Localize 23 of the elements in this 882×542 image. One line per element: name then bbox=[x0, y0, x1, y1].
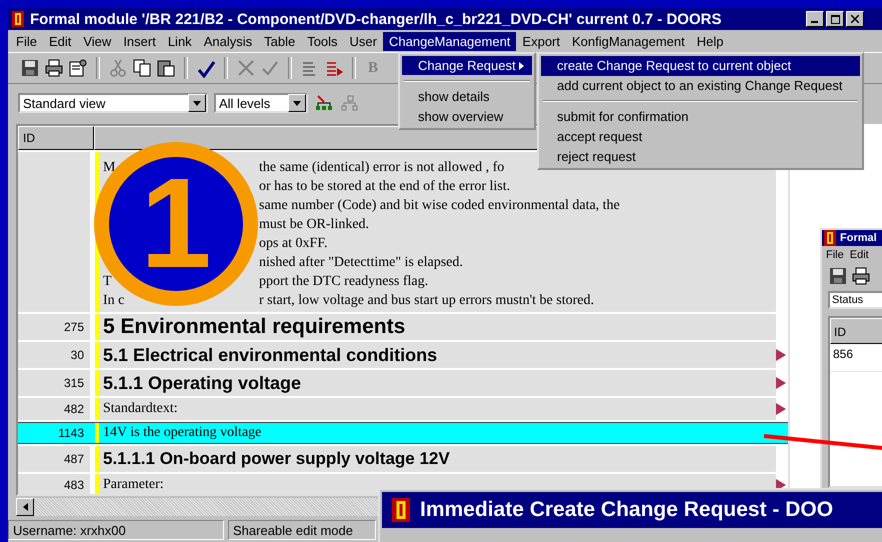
id-cell: 30 bbox=[18, 342, 90, 368]
text-line: the same (identical) error is not allowed , fo bbox=[259, 160, 504, 176]
text-line: ops at 0xFF. bbox=[259, 236, 328, 252]
text-fragment: T bbox=[103, 274, 112, 288]
table-cell: 856 bbox=[830, 344, 882, 372]
text-line: must be OR-linked. bbox=[259, 216, 370, 232]
id-cell: 487 bbox=[18, 446, 90, 472]
status-field: Username: xrxhx00 bbox=[8, 520, 224, 540]
text-line: nished after "Detecttime" is elapsed. bbox=[259, 254, 463, 270]
id-cell: 482 bbox=[18, 398, 90, 420]
window-title: Formal module '/BR 221/B2 - Component/DVD-changer/lh_c_br221_DVD-CH' current 0.7 - DOORS bbox=[30, 10, 722, 28]
id-cell: 315 bbox=[18, 370, 90, 396]
status-field: Shareable edit mode bbox=[228, 520, 376, 540]
text-fragment: M bbox=[103, 160, 116, 174]
dialog-title: Immediate Create Change Request - DOO bbox=[420, 498, 834, 522]
window-title: Formal bbox=[840, 232, 877, 244]
text-fragment: In c bbox=[103, 292, 124, 308]
text-line: r start, low voltage and bus start up errors mustn't be stored. bbox=[259, 292, 594, 308]
text-line: pport the DTC readyness flag. bbox=[259, 274, 428, 290]
id-cell: 275 bbox=[18, 314, 90, 340]
text-line: or has to be stored at the end of the error list. bbox=[259, 178, 510, 194]
id-cell: 483 bbox=[18, 474, 90, 494]
text-line: same number (Code) and bit wise coded environmental data, the bbox=[259, 198, 620, 214]
